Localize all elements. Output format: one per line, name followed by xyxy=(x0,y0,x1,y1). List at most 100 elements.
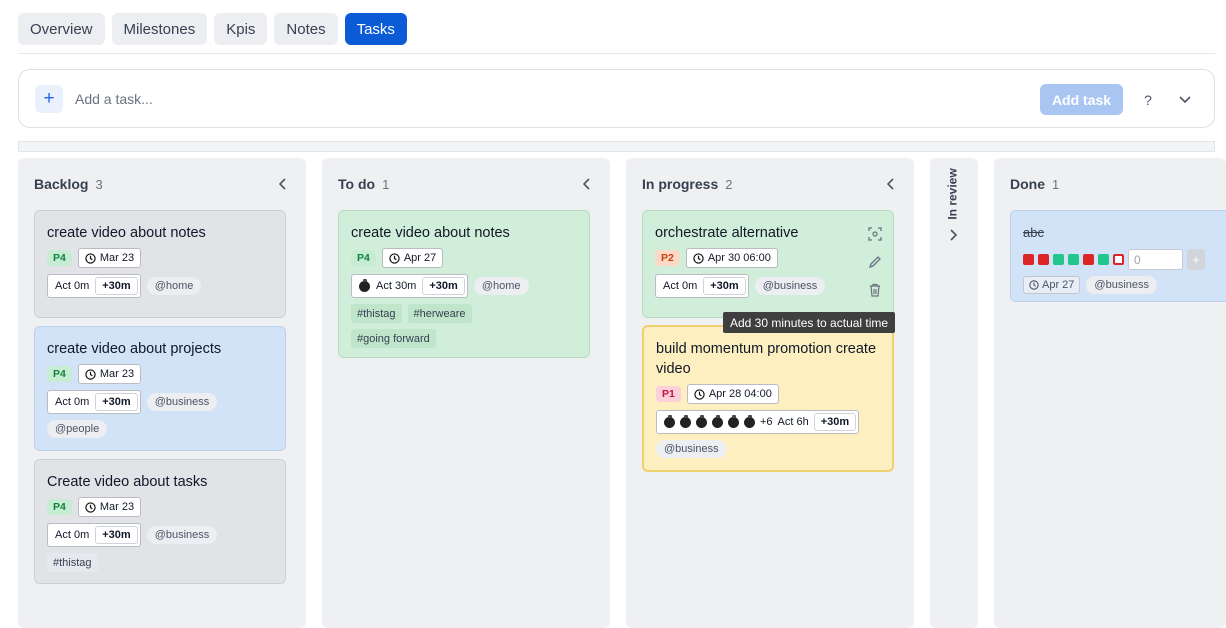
chevron-left-icon[interactable] xyxy=(580,176,594,192)
column-title: Done xyxy=(1010,176,1045,192)
task-title[interactable]: build momentum promotion create video xyxy=(656,339,880,379)
help-button[interactable]: ? xyxy=(1140,84,1156,115)
context-label[interactable]: @business xyxy=(656,440,727,458)
due-date[interactable]: Apr 30 06:00 xyxy=(685,248,778,268)
habit-square[interactable] xyxy=(1068,254,1079,265)
tag-label[interactable]: #herweare xyxy=(407,304,472,323)
tomato-icon xyxy=(680,414,691,428)
task-title[interactable]: orchestrate alternative xyxy=(655,223,881,243)
context-label[interactable]: @business xyxy=(1086,276,1158,294)
tomato-icon xyxy=(664,414,675,428)
context-label[interactable]: @business xyxy=(754,277,826,295)
context-label[interactable]: @home xyxy=(146,277,202,295)
habit-square[interactable] xyxy=(1038,254,1049,265)
task-card[interactable]: create video about notes P4 Mar 23 Act 0… xyxy=(34,210,286,318)
chevron-left-icon[interactable] xyxy=(884,176,898,192)
clock-icon xyxy=(85,501,96,513)
add-task-button[interactable]: Add task xyxy=(1040,84,1123,115)
column-title: In progress xyxy=(642,176,719,192)
task-title[interactable]: create video about notes xyxy=(47,223,273,243)
task-card[interactable]: create video about notes P4 Apr 27 Act 3… xyxy=(338,210,590,358)
card-actions xyxy=(868,227,882,297)
chevron-left-icon[interactable] xyxy=(276,176,290,192)
habit-square[interactable] xyxy=(1053,254,1064,265)
due-date[interactable]: Apr 27 xyxy=(1023,276,1081,294)
count-input[interactable] xyxy=(1128,249,1183,270)
tab-notes[interactable]: Notes xyxy=(274,13,338,45)
add-30m-button[interactable]: +30m xyxy=(95,393,138,411)
context-label[interactable]: @home xyxy=(473,277,529,295)
tomato-icon xyxy=(744,414,755,428)
priority-badge[interactable]: P2 xyxy=(655,250,680,266)
priority-badge[interactable]: P4 xyxy=(351,250,376,266)
clock-icon xyxy=(85,252,96,264)
divider xyxy=(18,53,1215,54)
tab-overview[interactable]: Overview xyxy=(18,13,105,45)
tab-tasks[interactable]: Tasks xyxy=(344,13,407,45)
priority-badge[interactable]: P1 xyxy=(656,386,681,402)
tag-label[interactable]: #thistag xyxy=(351,304,402,323)
add-task-input[interactable] xyxy=(75,85,675,113)
priority-badge[interactable]: P4 xyxy=(47,366,72,382)
tomato-icon xyxy=(728,414,739,428)
tomato-icon xyxy=(712,414,723,428)
task-title[interactable]: create video about notes xyxy=(351,223,577,243)
tab-milestones[interactable]: Milestones xyxy=(111,13,208,45)
tab-kpis[interactable]: Kpis xyxy=(214,13,268,45)
column-title: To do xyxy=(338,176,376,192)
due-date-label: Mar 23 xyxy=(99,501,135,513)
increment-button[interactable]: + xyxy=(1187,249,1205,270)
actual-time: Act 0m +30m xyxy=(47,390,141,414)
horizontal-scrollbar[interactable] xyxy=(18,141,1215,152)
due-date[interactable]: Mar 23 xyxy=(77,248,142,268)
actual-time: Act 0m +30m xyxy=(47,523,141,547)
pencil-icon[interactable] xyxy=(868,255,882,269)
chevron-down-icon[interactable] xyxy=(1177,84,1193,115)
column-in-progress: In progress 2 orchestrate alternative P2… xyxy=(626,158,914,628)
task-card[interactable]: abc + Apr 27 @business xyxy=(1010,210,1226,302)
tooltip: Add 30 minutes to actual time xyxy=(723,312,896,333)
tag-label[interactable]: #going forward xyxy=(351,329,436,348)
habit-square[interactable] xyxy=(1023,254,1034,265)
task-card[interactable]: create video about projects P4 Mar 23 Ac… xyxy=(34,326,286,451)
context-label[interactable]: @business xyxy=(146,526,218,544)
task-title[interactable]: Create video about tasks xyxy=(47,472,273,492)
add-30m-button[interactable]: +30m xyxy=(95,526,138,544)
clock-icon xyxy=(694,388,705,400)
due-date[interactable]: Mar 23 xyxy=(77,497,142,517)
due-date[interactable]: Apr 27 xyxy=(381,248,444,268)
column-done: Done 1 abc + Apr 27 @business xyxy=(994,158,1226,628)
due-date[interactable]: Mar 23 xyxy=(77,364,142,384)
task-card[interactable]: build momentum promotion create video P1… xyxy=(642,325,894,472)
plus-icon[interactable]: + xyxy=(35,85,63,113)
context-label[interactable]: @business xyxy=(146,393,218,411)
add-30m-button[interactable]: +30m xyxy=(703,277,746,295)
add-30m-button[interactable]: +30m xyxy=(95,277,138,295)
column-header: In progress 2 xyxy=(642,176,732,192)
column-in-review[interactable]: In review xyxy=(930,158,978,628)
tomato-icon xyxy=(696,414,707,428)
due-date[interactable]: Apr 28 04:00 xyxy=(686,384,779,404)
task-title[interactable]: create video about projects xyxy=(47,339,273,359)
tag-label[interactable]: #thistag xyxy=(47,553,98,572)
priority-badge[interactable]: P4 xyxy=(47,499,72,515)
priority-badge[interactable]: P4 xyxy=(47,250,72,266)
actual-time: +6 Act 6h +30m xyxy=(656,410,860,434)
due-date-label: Mar 23 xyxy=(99,368,135,380)
context-label[interactable]: @people xyxy=(47,420,108,438)
actual-time-label: Act 6h xyxy=(777,416,809,428)
focus-icon[interactable] xyxy=(868,227,882,241)
habit-square[interactable] xyxy=(1098,254,1109,265)
task-card[interactable]: Create video about tasks P4 Mar 23 Act 0… xyxy=(34,459,286,584)
add-30m-button[interactable]: +30m xyxy=(422,277,465,295)
chevron-right-icon[interactable] xyxy=(949,228,958,246)
add-30m-button[interactable]: +30m xyxy=(813,413,857,431)
habit-square[interactable] xyxy=(1113,254,1124,265)
task-card[interactable]: orchestrate alternative P2 Apr 30 06:00 … xyxy=(642,210,894,318)
task-title[interactable]: abc xyxy=(1023,223,1226,243)
habit-square[interactable] xyxy=(1083,254,1094,265)
clock-icon xyxy=(389,252,400,264)
column-header: Backlog 3 xyxy=(34,176,103,192)
column-backlog: Backlog 3 create video about notes P4 Ma… xyxy=(18,158,306,628)
trash-icon[interactable] xyxy=(868,283,882,297)
